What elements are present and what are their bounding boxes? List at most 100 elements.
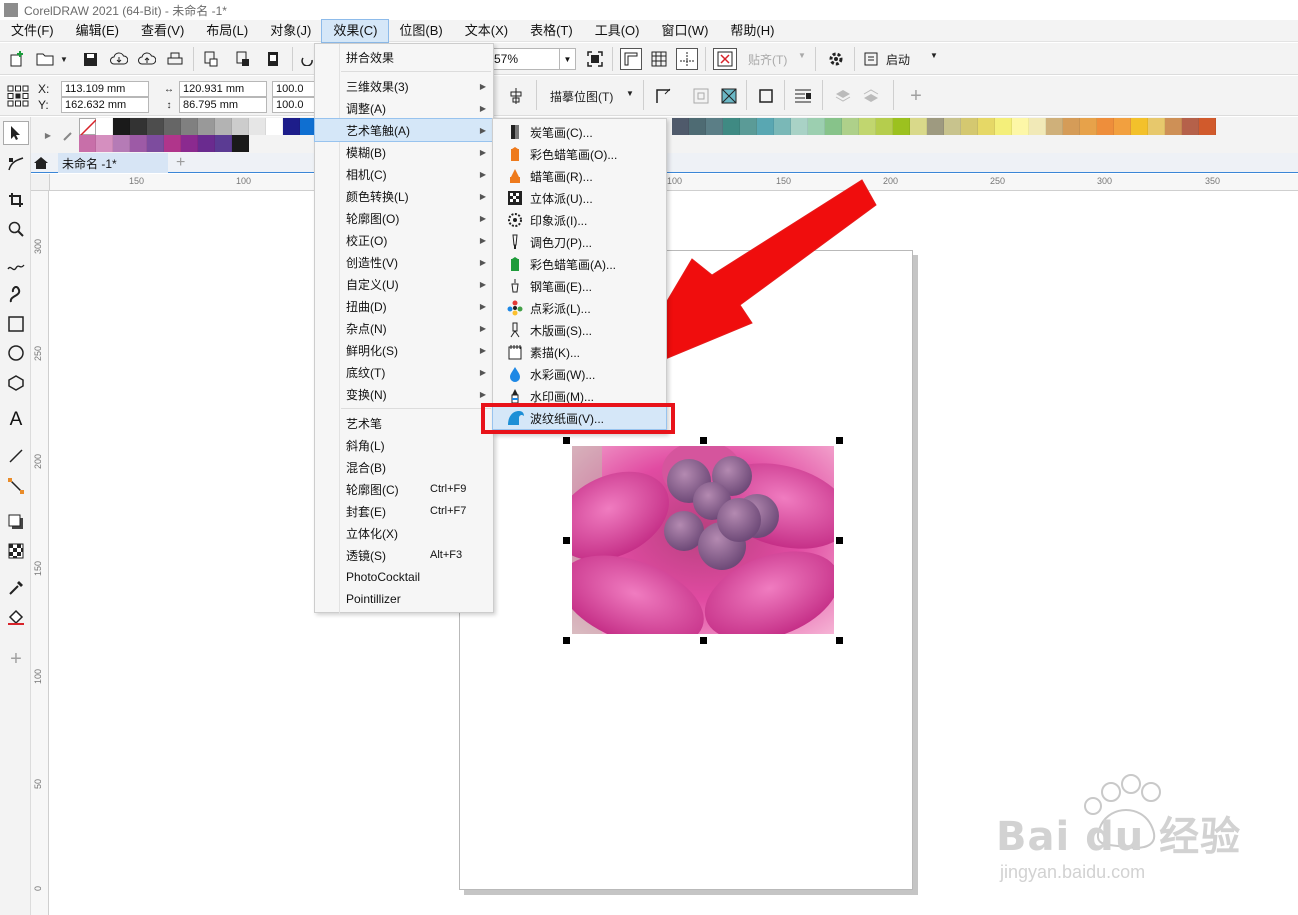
align-object-icon[interactable] <box>506 85 526 107</box>
x-position-field[interactable]: 113.109 mm <box>61 81 149 97</box>
selection-handle-sw[interactable] <box>563 637 570 644</box>
show-rulers-icon[interactable] <box>620 48 642 70</box>
menu-item-blend[interactable]: 混合(B) <box>315 456 493 478</box>
submenu-item-pen-ink[interactable]: 钢笔画(E)... <box>493 275 666 297</box>
menu-help[interactable]: 帮助(H) <box>719 20 785 42</box>
ruler-origin[interactable] <box>31 174 50 191</box>
submenu-item-pointillist[interactable]: 点彩派(L)... <box>493 297 666 319</box>
color-swatch[interactable] <box>181 118 198 135</box>
color-swatch[interactable] <box>232 118 249 135</box>
menu-file[interactable]: 文件(F) <box>0 20 65 42</box>
color-swatch[interactable] <box>1080 118 1097 135</box>
selection-handle-w[interactable] <box>563 537 570 544</box>
color-swatch[interactable] <box>1063 118 1080 135</box>
color-swatch[interactable] <box>944 118 961 135</box>
home-icon[interactable] <box>33 156 49 173</box>
shape-tool-icon[interactable] <box>3 152 29 176</box>
selection-handle-nw[interactable] <box>563 437 570 444</box>
color-swatch[interactable] <box>995 118 1012 135</box>
color-swatch[interactable] <box>130 135 147 152</box>
scale-x-field[interactable]: 100.0 <box>272 81 316 97</box>
submenu-item-pastels[interactable]: 彩色蜡笔画(A)... <box>493 253 666 275</box>
color-swatch[interactable] <box>927 118 944 135</box>
selection-handle-se[interactable] <box>836 637 843 644</box>
selection-handle-ne[interactable] <box>836 437 843 444</box>
color-swatch[interactable] <box>740 118 757 135</box>
no-color-swatch[interactable] <box>79 118 97 136</box>
color-swatch[interactable] <box>825 118 842 135</box>
crop-tool-icon[interactable] <box>3 188 29 212</box>
color-swatch[interactable] <box>1029 118 1046 135</box>
submenu-item-conte-crayon[interactable]: 彩色蜡笔画(O)... <box>493 143 666 165</box>
connector-tool-icon[interactable] <box>3 474 29 498</box>
color-swatch[interactable] <box>1148 118 1165 135</box>
color-swatch[interactable] <box>113 135 130 152</box>
trace-bitmap-label[interactable]: 描摹位图(T) <box>550 88 613 105</box>
color-swatch[interactable] <box>706 118 723 135</box>
color-swatch[interactable] <box>164 135 181 152</box>
drop-shadow-tool-icon[interactable] <box>3 510 29 534</box>
artistic-media-tool-icon[interactable] <box>3 283 29 307</box>
color-swatch[interactable] <box>876 118 893 135</box>
show-guidelines-icon[interactable] <box>676 48 698 70</box>
color-swatch[interactable] <box>249 118 266 135</box>
color-swatch[interactable] <box>723 118 740 135</box>
menu-item-texture[interactable]: 底纹(T) ▶ <box>315 361 493 383</box>
submenu-item-impressionist[interactable]: 印象派(I)... <box>493 209 666 231</box>
y-position-field[interactable]: 162.632 mm <box>61 97 149 113</box>
menu-item-artistic-media[interactable]: 艺术笔 <box>315 412 493 434</box>
menu-item-noise[interactable]: 杂点(N) ▶ <box>315 317 493 339</box>
menu-tools[interactable]: 工具(O) <box>584 20 651 42</box>
color-swatch[interactable] <box>266 118 283 135</box>
parallel-dimension-tool-icon[interactable] <box>3 444 29 468</box>
submenu-item-watercolor[interactable]: 水彩画(W)... <box>493 363 666 385</box>
menu-item-photococktail[interactable]: PhotoCocktail <box>315 566 493 588</box>
color-eyedropper-tool-icon[interactable] <box>3 576 29 600</box>
menu-object[interactable]: 对象(J) <box>259 20 322 42</box>
cloud-download-icon[interactable] <box>108 49 130 69</box>
save-icon[interactable] <box>80 49 100 69</box>
import-icon[interactable] <box>200 49 222 69</box>
menu-item-custom[interactable]: 自定义(U) ▶ <box>315 273 493 295</box>
menu-item-correction[interactable]: 校正(O) ▶ <box>315 229 493 251</box>
color-swatch[interactable] <box>232 135 249 152</box>
ellipse-tool-icon[interactable] <box>3 341 29 365</box>
options-gear-icon[interactable] <box>824 48 848 70</box>
launch-app-icon[interactable] <box>862 49 880 69</box>
color-swatch[interactable] <box>1114 118 1131 135</box>
bitmap-color-mask-icon[interactable] <box>718 85 740 107</box>
zoom-tool-icon[interactable] <box>3 217 29 241</box>
add-document-tab-icon[interactable]: + <box>176 154 185 172</box>
polygon-tool-icon[interactable] <box>3 371 29 395</box>
color-swatch[interactable] <box>978 118 995 135</box>
color-swatch[interactable] <box>215 135 232 152</box>
selection-handle-n[interactable] <box>700 437 707 444</box>
color-swatch[interactable] <box>215 118 232 135</box>
new-document-icon[interactable] <box>6 49 28 69</box>
color-swatch[interactable] <box>689 118 706 135</box>
rectangle-tool-icon[interactable] <box>3 312 29 336</box>
eyedropper-palette-icon[interactable] <box>60 121 76 149</box>
zoom-dropdown-chevron-icon[interactable]: ▼ <box>559 49 575 69</box>
launch-dropdown-chevron-icon[interactable]: ▼ <box>930 51 938 60</box>
menu-view[interactable]: 查看(V) <box>130 20 195 42</box>
submenu-item-sketch-pad[interactable]: 素描(K)... <box>493 341 666 363</box>
zoom-level-combobox[interactable]: 57% ▼ <box>490 48 576 70</box>
menu-item-contour-object[interactable]: 轮廓图(C) Ctrl+F9 <box>315 478 493 500</box>
height-field[interactable]: 86.795 mm <box>179 97 267 113</box>
color-swatch[interactable] <box>147 118 164 135</box>
trace-bitmap-chevron-icon[interactable]: ▼ <box>626 89 634 98</box>
menu-item-lens[interactable]: 透镜(S) Alt+F3 <box>315 544 493 566</box>
color-swatch[interactable] <box>774 118 791 135</box>
add-icon[interactable]: + <box>905 85 927 107</box>
selection-handle-e[interactable] <box>836 537 843 544</box>
transparency-tool-icon[interactable] <box>3 539 29 563</box>
submenu-item-cubist[interactable]: 立体派(U)... <box>493 187 666 209</box>
color-swatch[interactable] <box>910 118 927 135</box>
submenu-item-crayon[interactable]: 蜡笔画(R)... <box>493 165 666 187</box>
menu-effects[interactable]: 效果(C) <box>321 18 390 43</box>
color-swatch[interactable] <box>791 118 808 135</box>
vertical-ruler[interactable]: 300 250 200 150 100 50 0 <box>31 191 49 915</box>
menu-item-color-transform[interactable]: 颜色转换(L) ▶ <box>315 185 493 207</box>
customize-toolbox-add-icon[interactable]: + <box>3 647 29 671</box>
